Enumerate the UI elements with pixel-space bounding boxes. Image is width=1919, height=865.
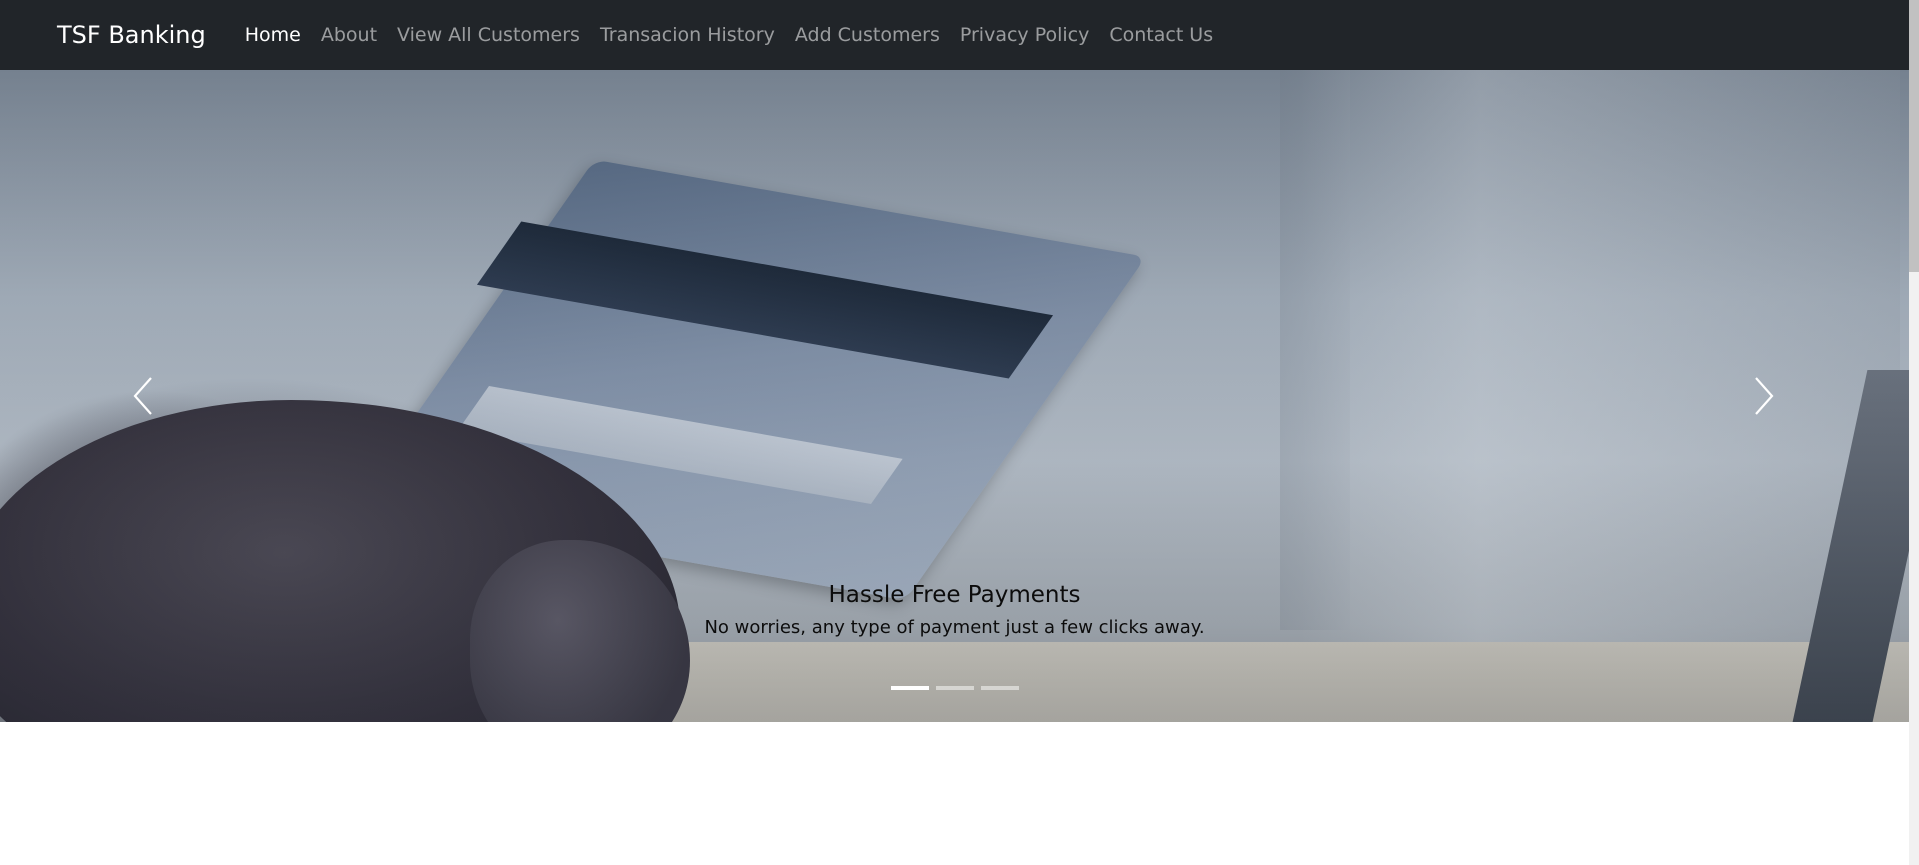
carousel-indicator-3[interactable]: [980, 686, 1019, 690]
caption-text: No worries, any type of payment just a f…: [704, 617, 1205, 638]
top-navbar: TSF Banking Home About View All Customer…: [0, 0, 1909, 70]
nav-link-add-customers[interactable]: Add Customers: [785, 24, 950, 46]
nav-link-view-all-customers[interactable]: View All Customers: [387, 24, 590, 46]
hero-carousel: Hassle Free Payments No worries, any typ…: [0, 70, 1909, 722]
nav-link-about[interactable]: About: [311, 24, 387, 46]
page: TSF Banking Home About View All Customer…: [0, 0, 1919, 865]
nav-link-privacy-policy[interactable]: Privacy Policy: [950, 24, 1099, 46]
carousel-indicator-1[interactable]: [890, 686, 929, 690]
scrollbar-thumb[interactable]: [1909, 0, 1919, 272]
chevron-right-icon: [1755, 377, 1774, 415]
nav-link-home[interactable]: Home: [235, 24, 311, 46]
carousel-caption: Hassle Free Payments No worries, any typ…: [0, 582, 1909, 638]
caption-title: Hassle Free Payments: [828, 582, 1081, 608]
nav-list: Home About View All Customers Transacion…: [235, 24, 1223, 46]
chevron-left-icon: [133, 377, 152, 415]
carousel-indicator-2[interactable]: [935, 686, 974, 690]
nav-link-contact-us[interactable]: Contact Us: [1099, 24, 1223, 46]
carousel-indicators: [0, 686, 1909, 690]
brand-logo-link[interactable]: TSF Banking: [57, 21, 206, 49]
nav-link-transaction-history[interactable]: Transacion History: [590, 24, 785, 46]
